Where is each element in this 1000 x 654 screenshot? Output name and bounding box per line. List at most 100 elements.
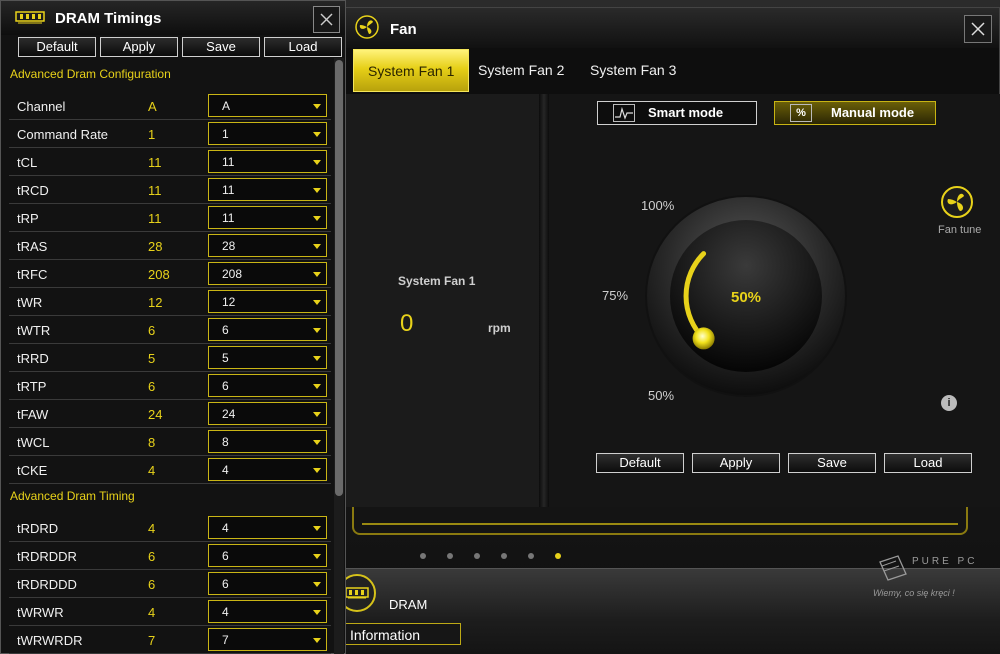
timing-select[interactable]: 5: [208, 346, 327, 369]
dram-row-tfaw: tFAW 24 24: [9, 400, 331, 428]
timing-name: tWRWR: [17, 605, 64, 620]
fan-load-button[interactable]: Load: [884, 453, 972, 473]
timing-name: tRAS: [17, 239, 48, 254]
fan-save-button[interactable]: Save: [788, 453, 876, 473]
background-gold-inner-frame: [362, 505, 958, 525]
timing-select[interactable]: 11: [208, 150, 327, 173]
timing-current-value: 6: [148, 577, 156, 592]
timing-select-value: 11: [222, 155, 235, 169]
page-dot[interactable]: [474, 553, 480, 559]
timing-select[interactable]: A: [208, 94, 327, 117]
dram-row-twr: tWR 12 12: [9, 288, 331, 316]
fan-window-title: Fan: [390, 21, 417, 38]
timing-name: tCL: [17, 155, 38, 170]
timing-select[interactable]: 6: [208, 572, 327, 595]
timing-select[interactable]: 208: [208, 262, 327, 285]
scrollbar-thumb[interactable]: [335, 60, 343, 496]
timing-name: tRTP: [17, 379, 47, 394]
timing-name: tWCL: [17, 435, 50, 450]
fan-window: Fan System Fan 1 System Fan 2 System Fan…: [345, 7, 1000, 507]
timing-select-value: 24: [222, 407, 236, 421]
chevron-down-icon: [313, 526, 321, 531]
fan-tune-icon[interactable]: [940, 185, 974, 219]
dial-value-label: 50%: [731, 289, 761, 306]
fan-tune-label[interactable]: Fan tune: [938, 224, 981, 236]
timing-current-value: 4: [148, 463, 156, 478]
fan-name-label: System Fan 1: [398, 274, 476, 288]
manual-mode-label: Manual mode: [831, 105, 915, 120]
chevron-down-icon: [313, 638, 321, 643]
timing-name: tRCD: [17, 183, 49, 198]
timing-current-value: 7: [148, 633, 156, 648]
page-dot[interactable]: [447, 553, 453, 559]
timing-select[interactable]: 6: [208, 544, 327, 567]
page-dot[interactable]: [528, 553, 534, 559]
page-dot[interactable]: [420, 553, 426, 559]
section-header-config: Advanced Dram Configuration: [10, 67, 171, 81]
smart-curve-icon: [613, 104, 635, 122]
dram-default-button[interactable]: Default: [18, 37, 96, 57]
dram-row-trcd: tRCD 11 11: [9, 176, 331, 204]
dram-save-button[interactable]: Save: [182, 37, 260, 57]
page-dot-active[interactable]: [555, 553, 561, 559]
timing-select[interactable]: 11: [208, 206, 327, 229]
dial-tick-100: 100%: [641, 198, 675, 213]
timing-select[interactable]: 6: [208, 374, 327, 397]
timing-select[interactable]: 4: [208, 600, 327, 623]
tab-system-fan-3[interactable]: System Fan 3: [576, 49, 690, 92]
timing-name: tFAW: [17, 407, 49, 422]
fan-apply-button[interactable]: Apply: [692, 453, 780, 473]
chevron-down-icon: [313, 272, 321, 277]
timing-select[interactable]: 24: [208, 402, 327, 425]
memory-module-icon: [15, 11, 45, 24]
timing-current-value: 12: [148, 295, 163, 310]
chevron-down-icon: [313, 610, 321, 615]
timing-select[interactable]: 6: [208, 318, 327, 341]
dram-row-tcke: tCKE 4 4: [9, 456, 331, 484]
timing-select[interactable]: 11: [208, 178, 327, 201]
info-icon[interactable]: i: [941, 395, 957, 411]
fan-speed-dial[interactable]: 50%: [591, 178, 871, 418]
chevron-down-icon: [313, 216, 321, 221]
timing-select[interactable]: 4: [208, 516, 327, 539]
dram-load-button[interactable]: Load: [264, 37, 342, 57]
timing-name: tWR: [17, 295, 43, 310]
dram-close-button[interactable]: [313, 6, 340, 33]
chevron-down-icon: [313, 440, 321, 445]
dial-knob[interactable]: [692, 327, 715, 350]
timing-select-value: 1: [222, 127, 229, 141]
timing-select-value: 6: [222, 577, 229, 591]
dram-scrollbar[interactable]: [334, 58, 344, 654]
manual-mode-button[interactable]: % Manual mode: [774, 101, 936, 125]
dram-tile-label[interactable]: DRAM: [389, 597, 427, 612]
dial-tick-75: 75%: [602, 288, 629, 303]
tab-system-fan-2[interactable]: System Fan 2: [464, 49, 578, 92]
timing-current-value: 28: [148, 239, 163, 254]
dial-tick-50: 50%: [648, 388, 675, 403]
section-header-timing: Advanced Dram Timing: [10, 489, 135, 503]
dram-row-twrwr: tWRWR 4 4: [9, 598, 331, 626]
page-dot[interactable]: [501, 553, 507, 559]
timing-select[interactable]: 12: [208, 290, 327, 313]
dram-timings-window: DRAM Timings Default Apply Save Load Adv…: [0, 0, 346, 654]
dram-row-tras: tRAS 28 28: [9, 232, 331, 260]
smart-mode-button[interactable]: Smart mode: [597, 101, 757, 125]
timing-select-value: 4: [222, 605, 229, 619]
timing-select[interactable]: 4: [208, 458, 327, 481]
information-tab[interactable]: Information: [345, 623, 461, 645]
fan-close-button[interactable]: [964, 15, 992, 43]
timing-select[interactable]: 28: [208, 234, 327, 257]
timing-select[interactable]: 7: [208, 628, 327, 651]
timing-current-value: 11: [148, 155, 162, 170]
fan-default-button[interactable]: Default: [596, 453, 684, 473]
timing-select[interactable]: 1: [208, 122, 327, 145]
tab-system-fan-1[interactable]: System Fan 1: [353, 49, 470, 92]
timing-name: tRP: [17, 211, 39, 226]
dram-row-trdrddr: tRDRDDR 6 6: [9, 542, 331, 570]
timing-select-value: 4: [222, 521, 229, 535]
timing-select[interactable]: 8: [208, 430, 327, 453]
chevron-down-icon: [313, 468, 321, 473]
dram-row-trtp: tRTP 6 6: [9, 372, 331, 400]
dram-apply-button[interactable]: Apply: [100, 37, 178, 57]
dram-row-twrwrdr: tWRWRDR 7 7: [9, 626, 331, 654]
